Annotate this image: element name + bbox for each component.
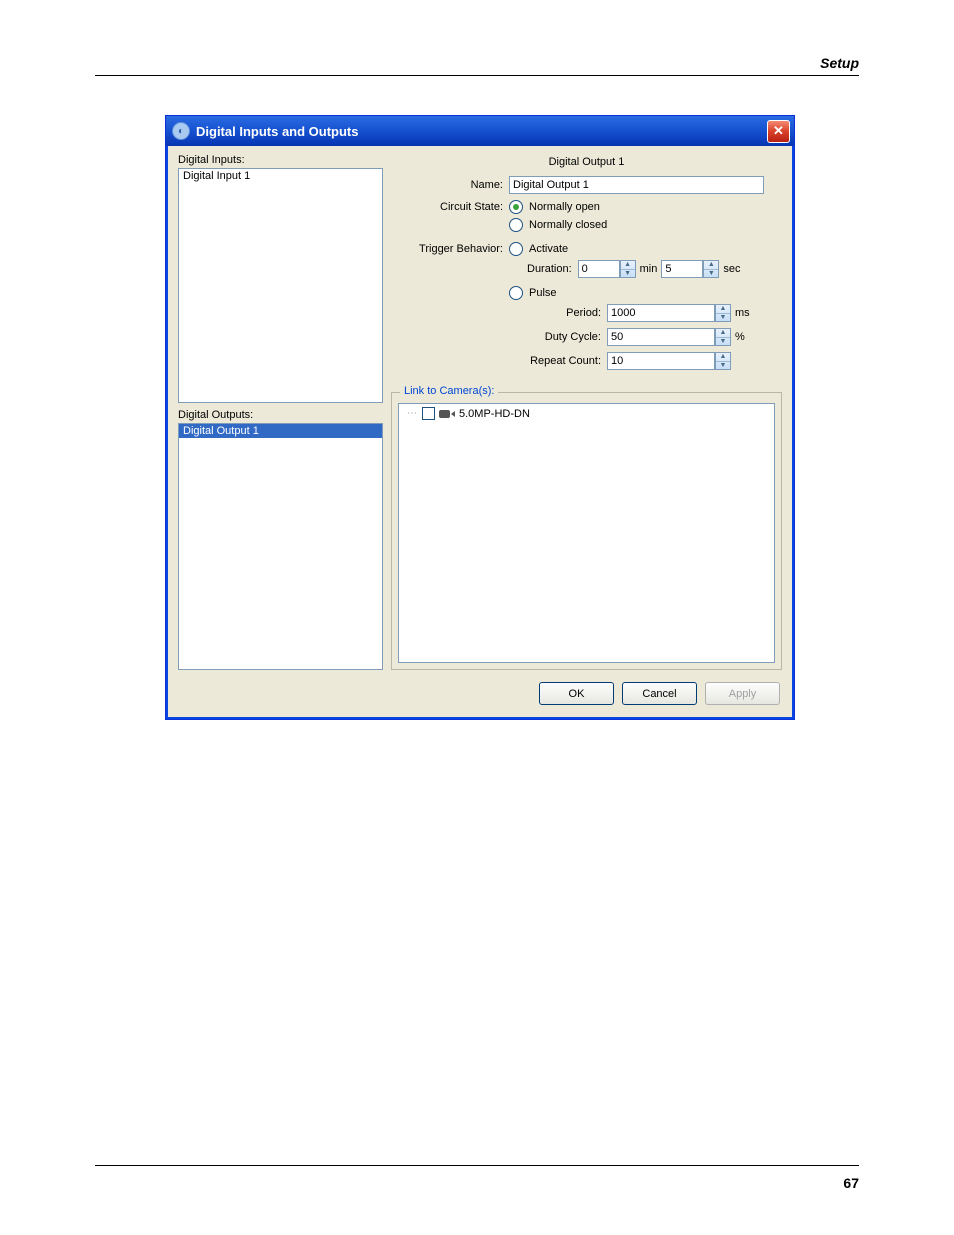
link-cameras-fieldset: Link to Camera(s): ⋯ 5.0MP-HD-DN <box>391 392 782 670</box>
dialog-window: ◐ Digital Inputs and Outputs ✕ Digital I… <box>165 115 795 720</box>
duty-input[interactable] <box>607 328 715 346</box>
repeat-label: Repeat Count: <box>509 355 607 367</box>
spinner-buttons[interactable]: ▲▼ <box>620 260 636 278</box>
spin-up-icon[interactable]: ▲ <box>716 305 730 314</box>
camera-tree[interactable]: ⋯ 5.0MP-HD-DN <box>398 403 775 663</box>
duty-spinner[interactable]: ▲▼ <box>607 328 731 346</box>
radio-icon <box>509 200 523 214</box>
trigger-label: Trigger Behavior: <box>391 242 509 255</box>
trigger-row: Trigger Behavior: Activate Duration: ▲▼ <box>391 242 782 376</box>
titlebar: ◐ Digital Inputs and Outputs ✕ <box>166 116 794 146</box>
camera-row[interactable]: ⋯ 5.0MP-HD-DN <box>407 407 766 420</box>
close-icon: ✕ <box>773 123 784 139</box>
input-item[interactable]: Digital Input 1 <box>179 169 382 183</box>
unit-min: min <box>640 263 658 275</box>
radio-label: Normally open <box>529 201 600 213</box>
spin-up-icon[interactable]: ▲ <box>716 353 730 362</box>
duty-row: Duty Cycle: ▲▼ % <box>509 328 782 346</box>
radio-icon <box>509 242 523 256</box>
duty-label: Duty Cycle: <box>509 331 607 343</box>
circuit-options: Normally open Normally closed <box>509 200 607 236</box>
radio-label: Pulse <box>529 287 557 299</box>
period-spinner[interactable]: ▲▼ <box>607 304 731 322</box>
spinner-buttons[interactable]: ▲▼ <box>703 260 719 278</box>
header-rule <box>95 75 859 76</box>
duration-sec-spinner[interactable]: ▲▼ <box>661 260 719 278</box>
page-header: Setup <box>820 55 859 71</box>
spinner-buttons[interactable]: ▲▼ <box>715 352 731 370</box>
app-icon: ◐ <box>172 122 190 140</box>
apply-button: Apply <box>705 682 780 705</box>
repeat-input[interactable] <box>607 352 715 370</box>
spin-up-icon[interactable]: ▲ <box>716 329 730 338</box>
outputs-listbox[interactable]: Digital Output 1 <box>178 423 383 670</box>
camera-checkbox[interactable] <box>422 407 435 420</box>
period-row: Period: ▲▼ ms <box>509 304 782 322</box>
main-area: Digital Inputs: Digital Input 1 Digital … <box>170 146 790 674</box>
ok-button[interactable]: OK <box>539 682 614 705</box>
duration-min-spinner[interactable]: ▲▼ <box>578 260 636 278</box>
spin-down-icon[interactable]: ▼ <box>716 362 730 370</box>
spin-down-icon[interactable]: ▼ <box>621 270 635 278</box>
spin-up-icon[interactable]: ▲ <box>704 261 718 270</box>
spin-up-icon[interactable]: ▲ <box>621 261 635 270</box>
page-number: 67 <box>843 1175 859 1191</box>
cancel-button[interactable]: Cancel <box>622 682 697 705</box>
radio-pulse[interactable]: Pulse <box>509 286 782 300</box>
inputs-listbox[interactable]: Digital Input 1 <box>178 168 383 403</box>
radio-normally-open[interactable]: Normally open <box>509 200 607 214</box>
duration-sec-input[interactable] <box>661 260 703 278</box>
duration-min-input[interactable] <box>578 260 620 278</box>
radio-icon <box>509 286 523 300</box>
radio-normally-closed[interactable]: Normally closed <box>509 218 607 232</box>
spinner-buttons[interactable]: ▲▼ <box>715 328 731 346</box>
repeat-spinner[interactable]: ▲▼ <box>607 352 731 370</box>
dialog-body: Digital Inputs: Digital Input 1 Digital … <box>170 146 790 715</box>
output-item-selected[interactable]: Digital Output 1 <box>179 424 382 438</box>
name-row: Name: <box>391 176 782 194</box>
trigger-options: Activate Duration: ▲▼ min ▲▼ <box>509 242 782 376</box>
button-bar: OK Cancel Apply <box>170 674 790 715</box>
tree-connector-icon: ⋯ <box>407 408 416 419</box>
spin-down-icon[interactable]: ▼ <box>716 314 730 322</box>
left-column: Digital Inputs: Digital Input 1 Digital … <box>178 154 383 670</box>
period-label: Period: <box>509 307 607 319</box>
unit-sec: sec <box>723 263 740 275</box>
spinner-buttons[interactable]: ▲▼ <box>715 304 731 322</box>
close-button[interactable]: ✕ <box>767 120 790 143</box>
footer-rule <box>95 1165 859 1166</box>
radio-activate[interactable]: Activate <box>509 242 782 256</box>
circuit-row: Circuit State: Normally open Normally cl… <box>391 200 782 236</box>
inputs-label: Digital Inputs: <box>178 154 383 166</box>
spin-down-icon[interactable]: ▼ <box>716 338 730 346</box>
circuit-label: Circuit State: <box>391 200 509 213</box>
link-cameras-legend: Link to Camera(s): <box>400 385 498 397</box>
camera-icon <box>439 408 455 420</box>
right-column: Digital Output 1 Name: Circuit State: No… <box>391 154 782 670</box>
duration-label: Duration: <box>527 263 572 275</box>
radio-label: Normally closed <box>529 219 607 231</box>
unit-pct: % <box>735 331 745 343</box>
window-title: Digital Inputs and Outputs <box>196 124 767 139</box>
repeat-row: Repeat Count: ▲▼ <box>509 352 782 370</box>
unit-ms: ms <box>735 307 750 319</box>
name-label: Name: <box>391 179 509 191</box>
period-input[interactable] <box>607 304 715 322</box>
name-input[interactable] <box>509 176 764 194</box>
radio-label: Activate <box>529 243 568 255</box>
radio-icon <box>509 218 523 232</box>
spin-down-icon[interactable]: ▼ <box>704 270 718 278</box>
outputs-label: Digital Outputs: <box>178 409 383 421</box>
duration-row: Duration: ▲▼ min ▲▼ sec <box>527 260 782 278</box>
camera-label: 5.0MP-HD-DN <box>459 408 530 420</box>
output-heading: Digital Output 1 <box>391 156 782 168</box>
